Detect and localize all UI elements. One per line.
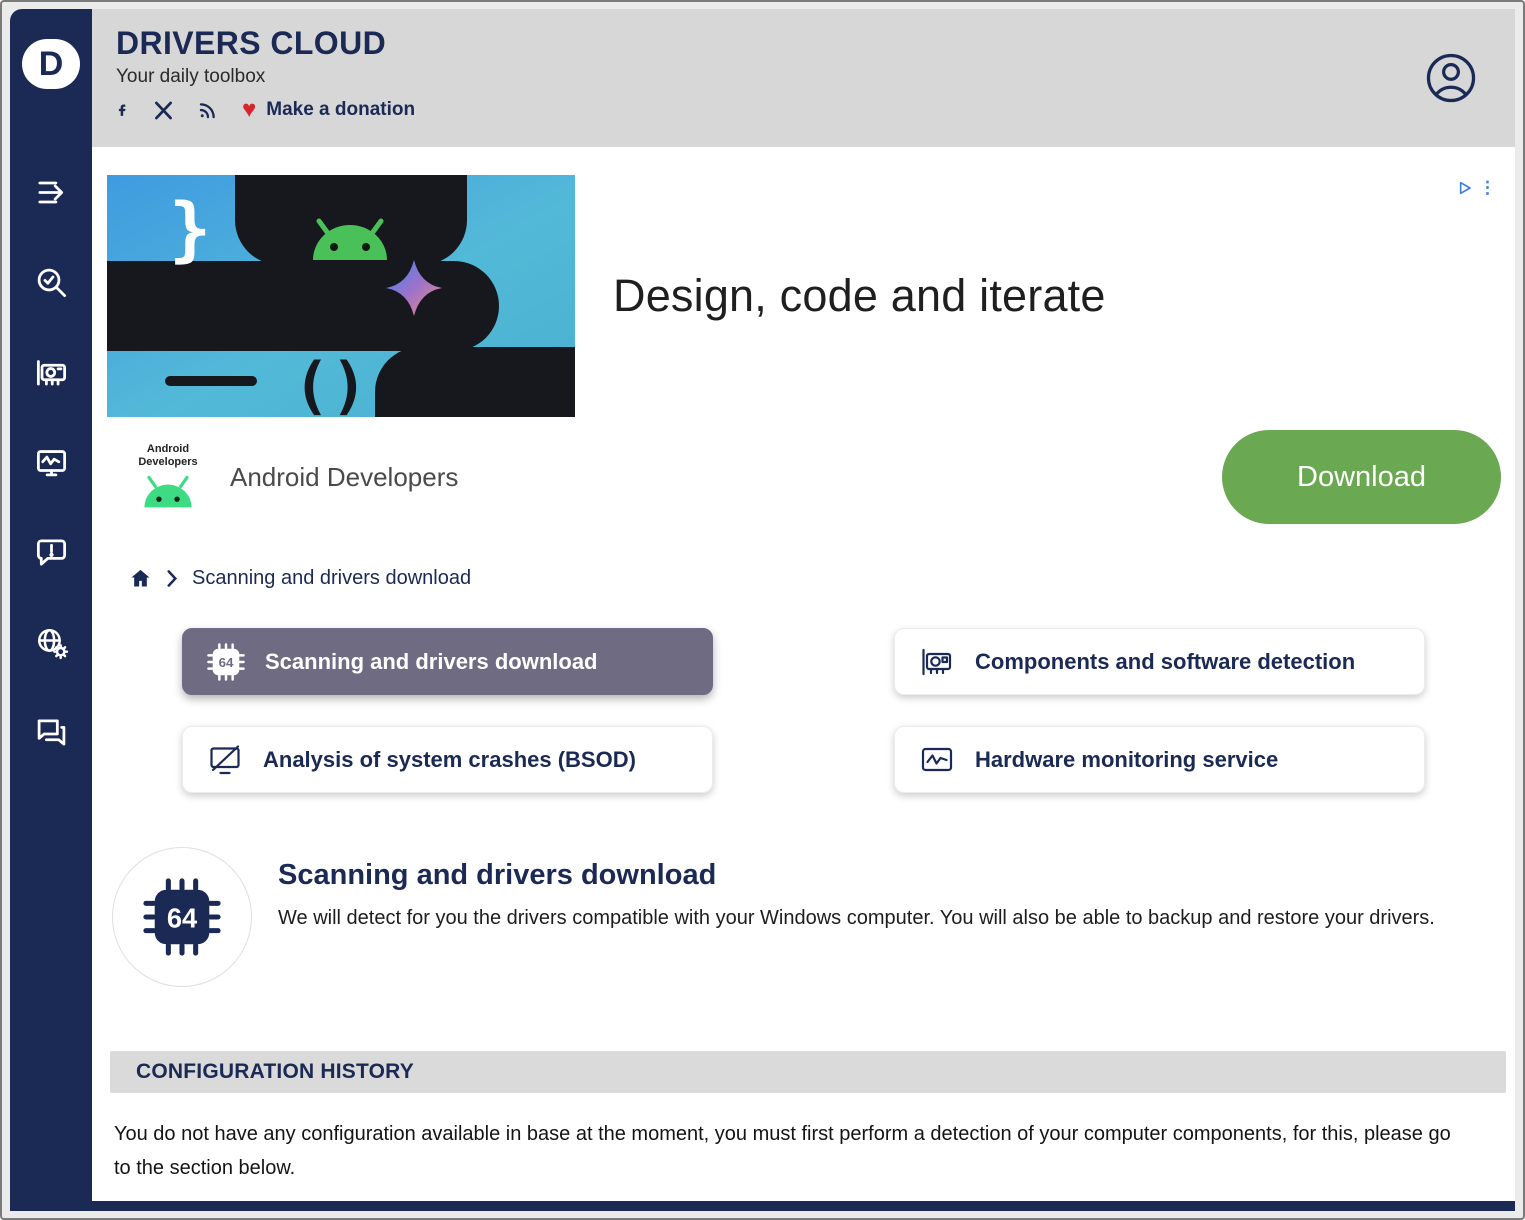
nav-button-scanning[interactable]: 64 Scanning and drivers download: [182, 628, 713, 695]
crashed-monitor-icon: [210, 744, 240, 774]
sidebar-nav: [31, 172, 71, 752]
main-column: DRIVERS CLOUD Your daily toolbox ♥ Make …: [92, 9, 1515, 1211]
nav-button-label: Components and software detection: [975, 648, 1356, 674]
ad-banner[interactable]: } () Design, code and iterate ⋮: [107, 175, 1506, 417]
section-title: Scanning and drivers download: [278, 859, 717, 891]
android-avatar-icon: [144, 475, 192, 507]
donation-label: Make a donation: [266, 99, 416, 120]
x-icon[interactable]: [154, 101, 173, 120]
profile-button[interactable]: [1425, 52, 1477, 104]
avatar-caption: Android Developers: [138, 443, 198, 468]
chevron-right-icon: [167, 570, 178, 587]
nav-button-label: Scanning and drivers download: [265, 648, 598, 674]
logo-letter: D: [38, 44, 64, 83]
main-content: } () Design, code and iterate ⋮ Android …: [92, 147, 1515, 1211]
monitor-pulse-icon[interactable]: [31, 442, 71, 482]
search-check-icon[interactable]: [31, 262, 71, 302]
ad-headline[interactable]: Design, code and iterate: [613, 270, 1106, 322]
svg-text:64: 64: [219, 655, 234, 670]
advertiser-row: Android Developers Android Developers Do…: [124, 429, 1501, 525]
ad-image[interactable]: } (): [107, 175, 575, 417]
nav-button-label: Hardware monitoring service: [975, 746, 1279, 772]
window: D DRIVERS CLOUD Your daily toolbox ♥ Mak…: [10, 9, 1515, 1211]
configuration-history-empty-message: You do not have any configuration availa…: [114, 1123, 1451, 1179]
nav-button-label: Analysis of system crashes (BSOD): [263, 746, 636, 772]
configuration-history-heading: CONFIGURATION HISTORY: [136, 1060, 414, 1083]
footer-strip: [92, 1201, 1515, 1211]
donation-link[interactable]: ♥ Make a donation: [242, 98, 415, 122]
driverscloud-logo[interactable]: D: [22, 39, 80, 89]
site-subtitle: Your daily toolbox: [116, 66, 266, 87]
feedback-bubble-icon[interactable]: [31, 532, 71, 572]
social-row: ♥ Make a donation: [116, 98, 1515, 122]
adchoices-icon[interactable]: [1457, 180, 1473, 196]
ad-options-icon[interactable]: ⋮: [1479, 179, 1496, 196]
breadcrumb-current: Scanning and drivers download: [192, 567, 472, 589]
service-buttons: 64 Scanning and drivers download Compone…: [182, 628, 1425, 793]
header: DRIVERS CLOUD Your daily toolbox ♥ Make …: [92, 9, 1515, 147]
forum-icon[interactable]: [31, 712, 71, 752]
svg-text:(): (): [293, 349, 368, 417]
heart-icon: ♥: [242, 96, 257, 123]
monitor-graph-icon: [921, 747, 953, 771]
nav-button-components[interactable]: Components and software detection: [894, 628, 1425, 695]
sidebar: D: [10, 9, 92, 1211]
advertiser-name: Android Developers: [230, 461, 459, 492]
globe-gear-icon[interactable]: [31, 622, 71, 662]
nav-button-monitoring[interactable]: Hardware monitoring service: [894, 726, 1425, 793]
cpu-64-icon: 64: [207, 642, 245, 681]
rss-icon[interactable]: [197, 100, 218, 121]
ad-badges: ⋮: [1457, 179, 1496, 196]
download-button[interactable]: Download: [1222, 430, 1501, 524]
expand-menu-icon[interactable]: [31, 172, 71, 212]
advertiser-avatar[interactable]: Android Developers: [124, 443, 212, 510]
site-title: DRIVERS CLOUD: [116, 25, 387, 61]
svg-text:}: }: [169, 188, 211, 270]
section-intro: 64 Scanning and drivers download We will…: [112, 847, 1495, 987]
gpu-card-icon: [922, 648, 952, 675]
configuration-history-bar: CONFIGURATION HISTORY: [110, 1051, 1506, 1093]
section-text: Scanning and drivers download We will de…: [278, 847, 1435, 987]
section-cpu-64-icon: 64: [112, 847, 252, 987]
svg-text:64: 64: [167, 903, 198, 934]
gpu-card-icon[interactable]: [31, 352, 71, 392]
nav-button-bsod[interactable]: Analysis of system crashes (BSOD): [182, 726, 713, 793]
ad-text-area: Design, code and iterate: [575, 175, 1506, 417]
facebook-icon[interactable]: [116, 98, 130, 122]
section-description: We will detect for you the drivers compa…: [278, 907, 1435, 929]
android-head-graphic: [313, 218, 387, 260]
app-window: D DRIVERS CLOUD Your daily toolbox ♥ Mak…: [0, 0, 1525, 1220]
home-icon[interactable]: [129, 567, 152, 590]
breadcrumb: Scanning and drivers download: [129, 567, 1515, 590]
